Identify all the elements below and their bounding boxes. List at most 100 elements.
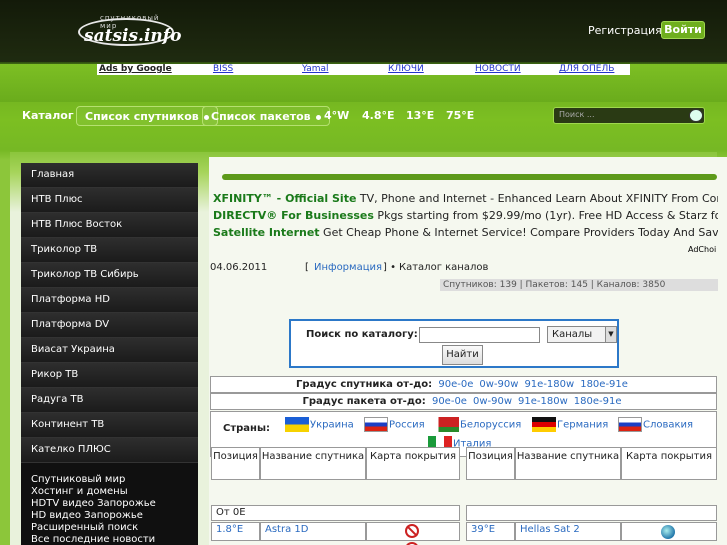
nav-satellites[interactable]: Список спутников xyxy=(76,106,218,126)
ad-text: TV, Phone and Internet - Enhanced Learn … xyxy=(356,192,718,205)
table-cell-satellite[interactable]: Hellas Sat 2 xyxy=(515,522,621,541)
register-link[interactable]: Регистрация xyxy=(588,24,662,37)
country-germany[interactable]: Германия xyxy=(532,417,608,432)
ad-title[interactable]: DIRECTV® For Businesses xyxy=(213,209,374,222)
adchoices-label[interactable]: AdChoi xyxy=(688,245,716,254)
ads-by-google-label[interactable]: Ads by Google xyxy=(99,64,172,75)
degree-link[interactable]: 0w-90w xyxy=(473,396,512,407)
col-header-position: Позиция xyxy=(211,447,260,480)
sidebar-link[interactable]: Хостинг и домены xyxy=(31,486,128,497)
degree-link[interactable]: 0w-90w xyxy=(479,379,518,390)
search-placeholder: Поиск ... xyxy=(559,110,595,119)
country-slovakia[interactable]: Словакия xyxy=(618,417,693,432)
degree-link[interactable]: 180e-91e xyxy=(574,396,622,407)
catalog-label: Каталог каналов xyxy=(399,262,489,273)
nav-packages[interactable]: Список пакетов xyxy=(202,106,330,126)
sidebar-link[interactable]: Спутниковый мир xyxy=(31,474,125,485)
nav-pos-75e[interactable]: 75°E xyxy=(446,106,474,126)
no-coverage-icon xyxy=(405,524,419,538)
sidebar-item-ntv-east[interactable]: НТВ Плюс Восток xyxy=(21,213,198,238)
table-cell-position[interactable]: 1.8°E xyxy=(211,522,260,541)
country-label: Словакия xyxy=(643,419,694,431)
degree-link[interactable]: 90e-0e xyxy=(432,396,467,407)
nav-pos-13e[interactable]: 13°E xyxy=(406,106,434,126)
catalog-stats: Спутников: 139 | Пакетов: 145 | Каналов:… xyxy=(440,279,718,291)
catalog-search-box: Поиск по каталогу: Каналы ▼ Найти xyxy=(289,319,619,368)
ad-link-keys[interactable]: КЛЮЧИ xyxy=(388,64,424,75)
sidebar-item-platforma-hd[interactable]: Платформа HD xyxy=(21,288,198,313)
nav-pos-48e[interactable]: 4.8°E xyxy=(362,106,395,126)
coverage-globe-icon[interactable] xyxy=(661,525,675,539)
countries-label: Страны: xyxy=(223,423,270,434)
catalog-search-label: Поиск по каталогу: xyxy=(306,329,418,340)
nav-pos-4w[interactable]: 4°W xyxy=(324,106,349,126)
logo-name: satsis.info xyxy=(84,26,182,46)
ad-link-opel[interactable]: ДЛЯ ОПЕЛЬ xyxy=(559,64,614,75)
germany-flag-icon xyxy=(532,417,556,432)
dropdown-dot-icon xyxy=(315,114,321,120)
adsense-ad[interactable]: DIRECTV® For Businesses Pkgs starting fr… xyxy=(213,209,718,222)
table-group-row xyxy=(466,505,717,521)
sidebar-link[interactable]: HD видео Запорожье xyxy=(31,510,143,521)
filter-label: Градус спутника от-до: xyxy=(296,379,433,390)
sidebar-item-viasat[interactable]: Виасат Украина xyxy=(21,338,198,363)
sidebar-item-platforma-dv[interactable]: Платформа DV xyxy=(21,313,198,338)
sidebar-link[interactable]: HDTV видео Запорожье xyxy=(31,498,156,509)
nav-catalog[interactable]: Каталог xyxy=(22,106,74,126)
nav-packages-label: Список пакетов xyxy=(211,110,311,123)
sidebar-item-rikor[interactable]: Рикор ТВ xyxy=(21,363,198,388)
ad-text: Pkgs starting from $29.99/mo (1yr). Free… xyxy=(377,209,718,222)
chevron-down-icon: ▼ xyxy=(605,327,616,342)
package-degree-filter: Градус пакета от-до: 90e-0e 0w-90w 91e-180… xyxy=(210,393,717,410)
search-input[interactable]: Поиск ... xyxy=(553,107,705,124)
belarus-flag-icon xyxy=(435,417,459,432)
news-date: 04.06.2011 xyxy=(210,262,268,273)
search-icon[interactable] xyxy=(689,109,703,122)
ad-link-yamal[interactable]: Yamal xyxy=(302,64,329,75)
ukraine-flag-icon xyxy=(285,417,309,432)
sidebar-item-home[interactable]: Главная xyxy=(21,163,198,188)
table-cell-position[interactable]: 39°E xyxy=(466,522,515,541)
find-button[interactable]: Найти xyxy=(442,345,483,365)
country-label: Россия xyxy=(389,419,425,431)
site-logo[interactable]: спутниковый мир satsis.info xyxy=(78,8,181,50)
nav-satellites-label: Список спутников xyxy=(85,110,199,123)
col-header-position: Позиция xyxy=(466,447,515,480)
ad-link-biss[interactable]: BISS xyxy=(213,64,233,75)
ad-title[interactable]: Satellite Internet xyxy=(213,226,320,239)
login-button[interactable]: Войти xyxy=(661,21,705,39)
sidebar-item-katelko[interactable]: Кателко ПЛЮС xyxy=(21,438,198,463)
ad-link-news[interactable]: НОВОСТИ xyxy=(475,64,521,75)
degree-link[interactable]: 180e-91e xyxy=(580,379,628,390)
country-ukraine[interactable]: Украина xyxy=(285,417,354,432)
info-link[interactable]: Информация xyxy=(314,262,382,273)
satellite-degree-filter: Градус спутника от-до: 90e-0e 0w-90w 91e-1… xyxy=(210,376,717,393)
sidebar-item-ntv[interactable]: НТВ Плюс xyxy=(21,188,198,213)
russia-flag-icon xyxy=(364,417,388,432)
col-header-coverage: Карта покрытия xyxy=(621,447,717,480)
table-cell-satellite[interactable]: Astra 1D xyxy=(260,522,366,541)
degree-link[interactable]: 91e-180w xyxy=(524,379,574,390)
sidebar-link[interactable]: Все последние новости xyxy=(31,534,155,545)
adsense-ad[interactable]: Satellite Internet Get Cheap Phone & Int… xyxy=(213,226,718,239)
catalog-search-input[interactable] xyxy=(419,327,540,343)
degree-link[interactable]: 91e-180w xyxy=(518,396,568,407)
google-ads-bar: Ads by Google BISS Yamal КЛЮЧИ НОВОСТИ Д… xyxy=(97,64,630,75)
sidebar-link[interactable]: Расширенный поиск xyxy=(31,522,138,533)
sidebar-item-tricolor[interactable]: Триколор ТВ xyxy=(21,238,198,263)
select-value: Каналы xyxy=(552,329,593,340)
filter-label: Градус пакета от-до: xyxy=(302,396,426,407)
country-label: Германия xyxy=(557,419,609,431)
sidebar-item-kontinent[interactable]: Континент ТВ xyxy=(21,413,198,438)
ad-title[interactable]: XFINITY™ - Official Site xyxy=(213,192,356,205)
bracket-open: [ xyxy=(305,262,309,273)
degree-link[interactable]: 90e-0e xyxy=(438,379,473,390)
catalog-type-select[interactable]: Каналы ▼ xyxy=(547,326,617,343)
country-belarus[interactable]: Белоруссия xyxy=(435,417,521,432)
adsense-ad[interactable]: XFINITY™ - Official Site TV, Phone and I… xyxy=(213,192,718,205)
green-divider-bar xyxy=(222,174,717,180)
sidebar-item-tricolor-siberia[interactable]: Триколор ТВ Сибирь xyxy=(21,263,198,288)
col-header-satellite: Название спутника xyxy=(260,447,366,480)
country-russia[interactable]: Россия xyxy=(364,417,425,432)
sidebar-item-raduga[interactable]: Радуга ТВ xyxy=(21,388,198,413)
